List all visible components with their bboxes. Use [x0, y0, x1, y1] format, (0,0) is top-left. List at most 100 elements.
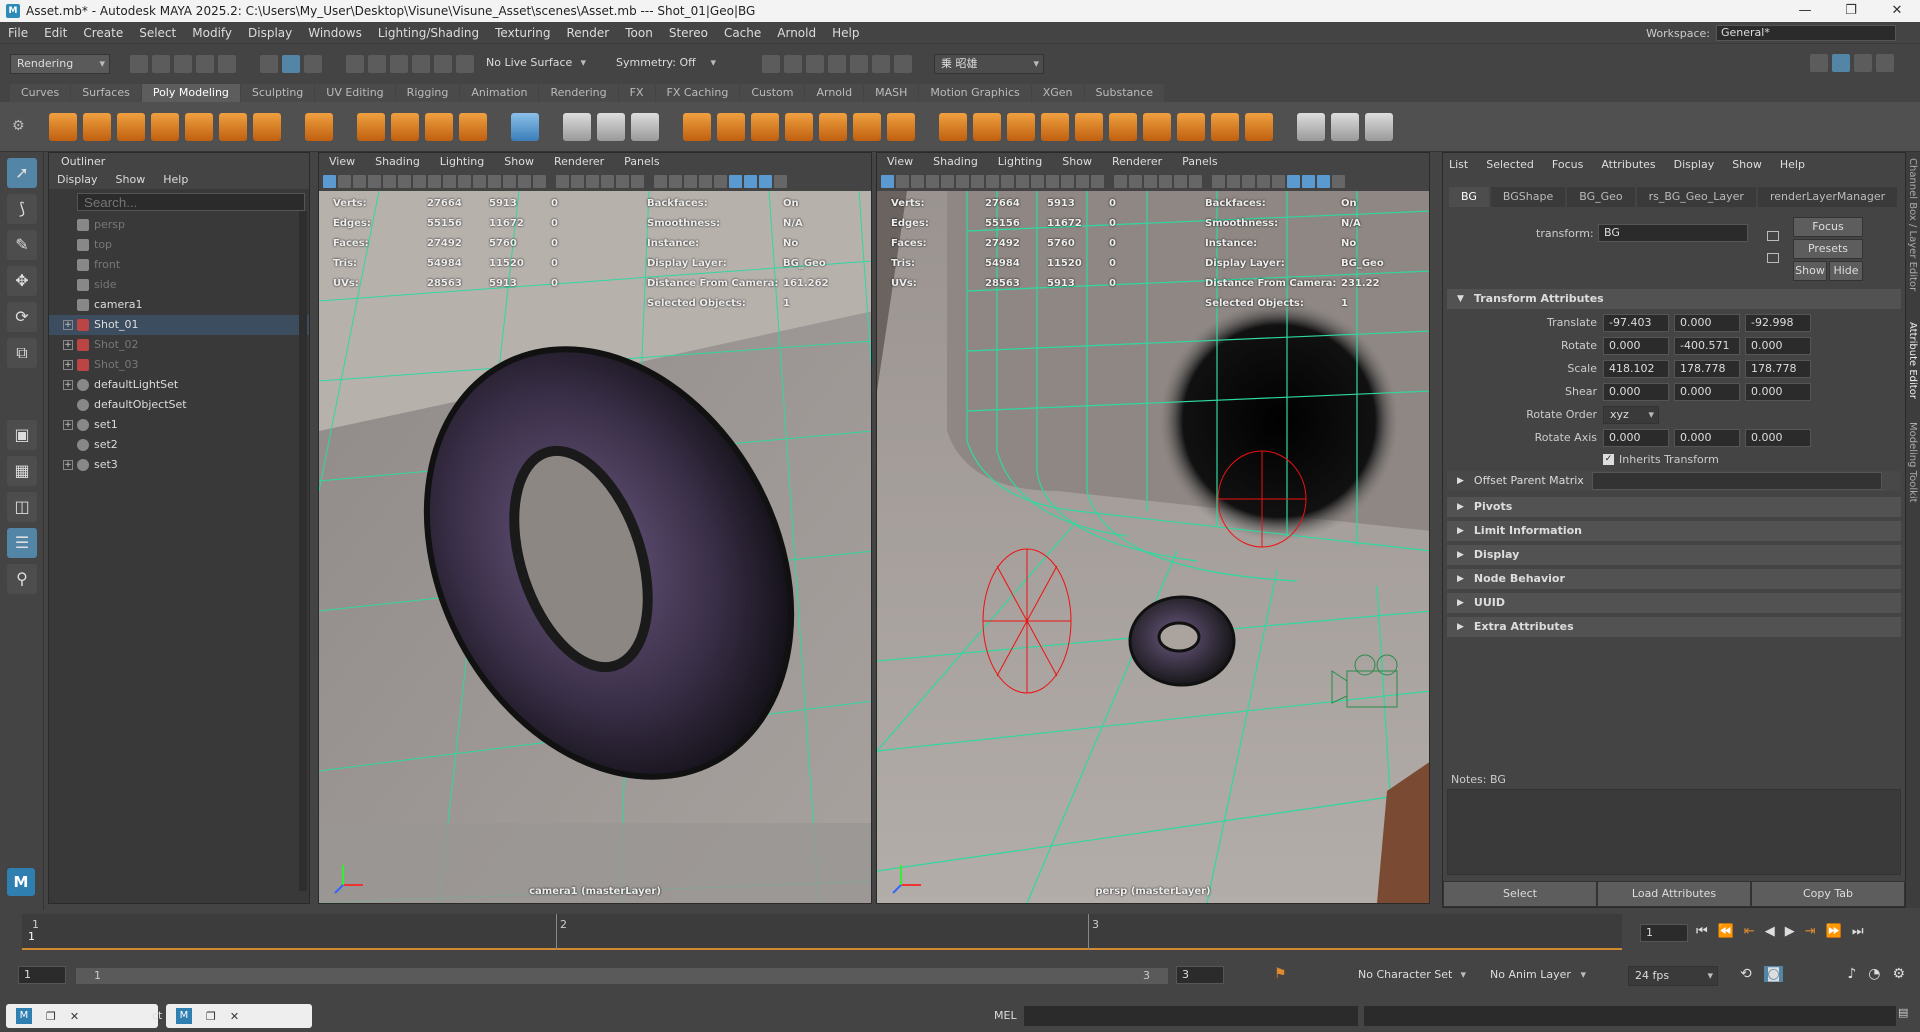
viewport-tool-icon[interactable] [1174, 174, 1187, 188]
viewport-tool-icon[interactable] [518, 174, 531, 188]
uv-editor-icon[interactable] [511, 112, 539, 141]
poly-torus-icon[interactable] [185, 112, 213, 141]
presets-button[interactable]: Presets [1793, 239, 1863, 259]
viewport-menu-renderer[interactable]: Renderer [1112, 153, 1162, 171]
viewport-tool-icon[interactable] [413, 174, 426, 188]
attr-field-z[interactable]: 0.000 [1745, 382, 1811, 401]
hide-button[interactable]: Hide [1829, 261, 1863, 281]
rotate-tool-icon[interactable]: ⟳ [7, 302, 37, 332]
scale-tool-icon[interactable]: ⧉ [7, 338, 37, 368]
viewport-tool-icon[interactable] [631, 174, 644, 188]
copy-tab-button[interactable]: Copy Tab [1751, 881, 1905, 907]
attr-field-x[interactable]: 0.000 [1603, 382, 1669, 401]
viewport-tool-icon[interactable] [699, 174, 712, 188]
four-view-icon[interactable]: ▦ [7, 456, 37, 486]
outliner-item[interactable]: + defaultLightSet [49, 375, 309, 395]
load-attributes-button[interactable]: Load Attributes [1597, 881, 1751, 907]
focus-button[interactable]: Focus [1793, 217, 1863, 237]
maximize-button[interactable]: ❐ [1828, 0, 1874, 22]
viewport-tool-icon[interactable] [1016, 174, 1029, 188]
freeze-icon[interactable] [631, 112, 659, 141]
viewport-tool-icon[interactable] [911, 174, 924, 188]
viewport-tool-icon[interactable] [443, 174, 456, 188]
viewport-tool-icon[interactable] [1076, 174, 1089, 188]
poly-cone-icon[interactable] [151, 112, 179, 141]
target-weld-icon[interactable] [1211, 112, 1239, 141]
pause-render-icon[interactable] [894, 55, 912, 73]
animation-prefs-icon[interactable]: ⚙ [1892, 966, 1905, 982]
poly-cube-icon[interactable] [83, 112, 111, 141]
poly-sphere-icon[interactable] [49, 112, 77, 141]
menu-toon[interactable]: Toon [617, 22, 661, 44]
select-hierarchy-icon[interactable] [260, 55, 278, 73]
range-slider[interactable]: 1 3 [76, 968, 1168, 984]
step-forward-key-icon[interactable]: ⏩ [1826, 924, 1842, 939]
viewport-tool-icon[interactable] [383, 174, 396, 188]
redo-icon[interactable] [218, 55, 236, 73]
type-text-icon[interactable] [425, 112, 453, 141]
rotate-axis-x[interactable]: 0.000 [1603, 428, 1669, 447]
outliner-item[interactable]: + set1 [49, 415, 309, 435]
ae-tab[interactable]: BG [1449, 187, 1489, 207]
outliner-item[interactable]: persp [49, 215, 309, 235]
layout-icon[interactable] [1810, 54, 1828, 72]
viewport-tool-icon[interactable] [669, 174, 682, 188]
ae-tab[interactable]: renderLayerManager [1757, 187, 1898, 207]
outliner-menu-display[interactable]: Display [57, 171, 98, 189]
channel-box-tab[interactable]: Channel Box / Layer Editor [1907, 158, 1918, 291]
viewport-tool-icon[interactable] [1272, 174, 1285, 188]
bevel-icon[interactable] [973, 112, 1001, 141]
viewport-tool-icon[interactable] [601, 174, 614, 188]
time-slider[interactable]: 1 1 2 3 1 ⏮ ⏪ ⇤ ◀ ▶ ⇥ ⏩ ⏭ [0, 910, 1920, 960]
viewport-tool-icon[interactable] [1046, 174, 1059, 188]
viewport-tool-icon[interactable] [1227, 174, 1240, 188]
viewport-tool-icon[interactable] [744, 174, 757, 188]
menu-help[interactable]: Help [824, 22, 867, 44]
viewport-menu-panels[interactable]: Panels [1182, 153, 1217, 171]
section-limit-information[interactable]: ▶ Limit Information [1447, 521, 1901, 541]
viewport-persp[interactable]: View Shading Lighting Show Renderer Panels [876, 152, 1430, 904]
separate-icon[interactable] [717, 112, 745, 141]
viewport-tool-icon[interactable] [1001, 174, 1014, 188]
minimize-button[interactable]: — [1782, 0, 1828, 22]
menu-arnold[interactable]: Arnold [769, 22, 824, 44]
boolean-icon[interactable] [785, 112, 813, 141]
expand-icon[interactable]: + [63, 460, 73, 470]
shelf-tab-fx-caching[interactable]: FX Caching [655, 84, 740, 102]
poly-disc-icon[interactable] [253, 112, 281, 141]
outliner-item[interactable]: camera1 [49, 295, 309, 315]
ae-menu-help[interactable]: Help [1780, 153, 1805, 177]
shelf-tab-curves[interactable]: Curves [10, 84, 71, 102]
start-frame-field[interactable]: 1 [18, 966, 66, 984]
auto-key-icon[interactable]: ⚑ [1274, 966, 1287, 982]
merge-icon[interactable] [1075, 112, 1103, 141]
viewport-tool-icon[interactable] [881, 174, 894, 188]
attr-field-y[interactable]: 0.000 [1674, 382, 1740, 401]
fps-dropdown[interactable]: 24 fps [1628, 966, 1718, 986]
viewport-menu-show[interactable]: Show [504, 153, 534, 171]
viewport-tool-icon[interactable] [654, 174, 667, 188]
viewport-tool-icon[interactable] [1061, 174, 1074, 188]
viewport-tool-icon[interactable] [353, 174, 366, 188]
render-view-icon[interactable] [762, 55, 780, 73]
outliner-item[interactable]: top [49, 235, 309, 255]
attr-field-y[interactable]: 178.778 [1674, 359, 1740, 378]
section-display[interactable]: ▶ Display [1447, 545, 1901, 565]
ae-menu-show[interactable]: Show [1732, 153, 1762, 177]
viewport-tool-icon[interactable] [368, 174, 381, 188]
outliner-item[interactable]: + Shot_03 [49, 355, 309, 375]
render-settings-icon[interactable] [828, 55, 846, 73]
outliner-layout-icon[interactable]: ☰ [7, 528, 37, 558]
viewport-tool-icon[interactable] [941, 174, 954, 188]
go-to-start-icon[interactable]: ⏮ [1696, 924, 1708, 939]
move-tool-icon[interactable]: ✥ [7, 266, 37, 296]
viewport-menu-lighting[interactable]: Lighting [998, 153, 1042, 171]
shelf-tab-substance[interactable]: Substance [1084, 84, 1165, 102]
transform-attributes-section[interactable]: ▼ Transform Attributes [1447, 289, 1901, 309]
single-view-icon[interactable]: ▣ [7, 420, 37, 450]
platonic-solid-icon[interactable] [305, 112, 333, 141]
shelf-menu-icon[interactable]: ⚙ [12, 118, 25, 134]
viewport-tool-icon[interactable] [986, 174, 999, 188]
expand-icon[interactable]: + [63, 380, 73, 390]
ae-tab[interactable]: rs_BG_Geo_Layer [1636, 187, 1756, 207]
